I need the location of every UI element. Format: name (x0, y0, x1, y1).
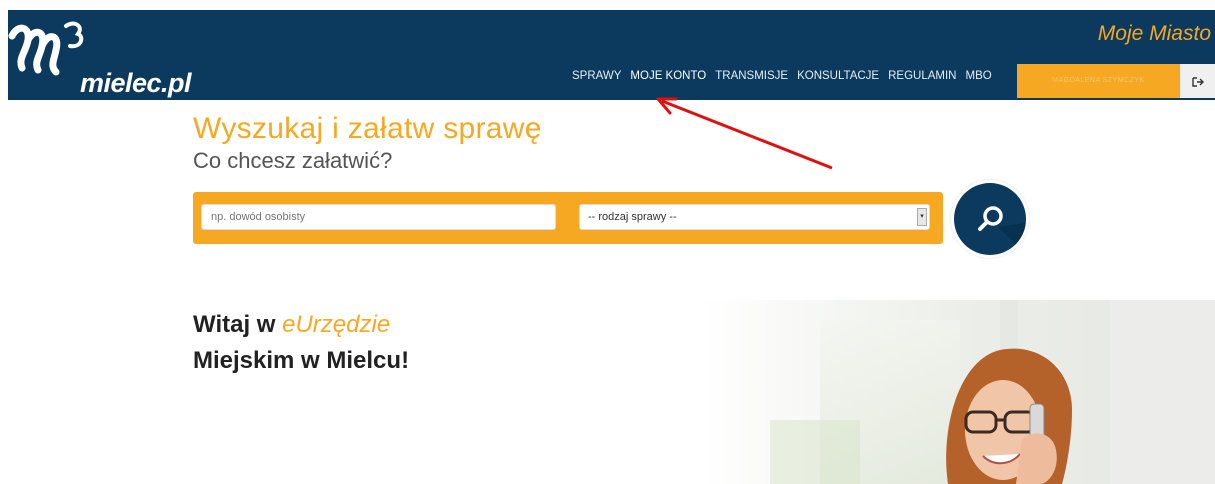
welcome-line2: Miejskim w Mielcu! (193, 347, 410, 374)
search-subtitle: Co chcesz załatwić? (193, 148, 393, 173)
logo-emblem-icon (8, 21, 84, 76)
search-input[interactable] (201, 204, 556, 230)
case-type-select[interactable]: -- rodzaj sprawy -- ▾ (579, 204, 930, 230)
case-type-select-value: -- rodzaj sprawy -- (588, 211, 677, 223)
search-button[interactable] (951, 180, 1029, 258)
mielec-logo[interactable]: mielec.pl (8, 18, 208, 98)
select-arrow-icon[interactable]: ▾ (917, 208, 927, 226)
search-panel: -- rodzaj sprawy -- ▾ (193, 192, 943, 244)
nav-transmisje[interactable]: TRANSMISJE (715, 70, 788, 82)
nav-regulamin[interactable]: REGULAMIN (888, 70, 956, 82)
logo-text: mielec.pl (80, 68, 192, 98)
welcome-accent: eUrzędzie (282, 311, 391, 338)
top-navigation-bar: mielec.pl Moje Miasto SPRAWY MOJE KONTO … (8, 10, 1215, 100)
nav-konsultacje[interactable]: KONSULTACJE (797, 70, 879, 82)
nav-sprawy[interactable]: SPRAWY (572, 70, 621, 82)
nav-mbo[interactable]: MBO (965, 70, 991, 82)
city-title: Moje Miasto (1097, 22, 1211, 45)
search-button-circle (954, 183, 1026, 255)
search-title: Wyszukaj i załatw sprawę (193, 112, 542, 145)
logout-button[interactable] (1180, 64, 1215, 98)
main-menu: SPRAWY MOJE KONTO TRANSMISJE KONSULTACJE… (572, 70, 1001, 82)
user-account-button[interactable]: MAGDALENA SZYMCZYK (1017, 64, 1180, 98)
logout-icon (1191, 76, 1204, 87)
welcome-heading: Witaj w eUrzędzie Miejskim w Mielcu! (193, 307, 409, 379)
woman-on-phone-illustration (700, 300, 1215, 484)
search-icon (978, 206, 1026, 255)
hero-photo (700, 300, 1215, 484)
nav-moje-konto[interactable]: MOJE KONTO (630, 70, 706, 82)
welcome-prefix: Witaj w (193, 311, 283, 338)
